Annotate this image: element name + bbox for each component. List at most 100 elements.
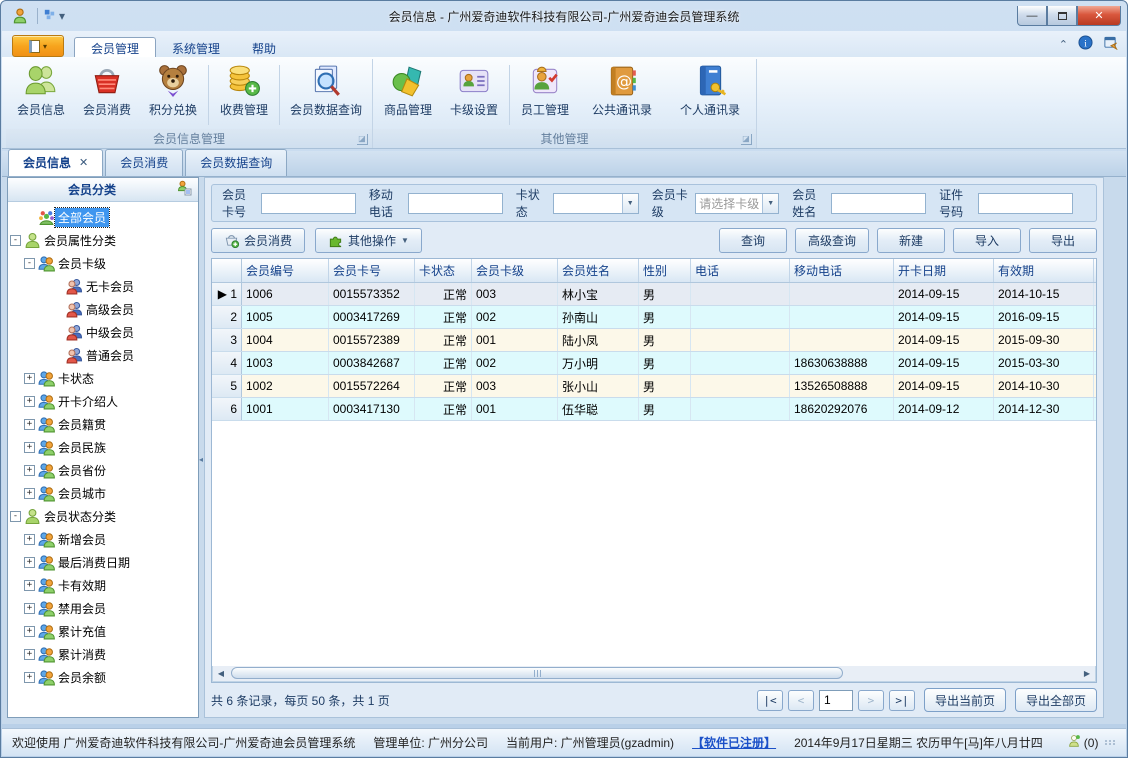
ribbon-button[interactable]: 商品管理 [375, 61, 441, 129]
member-consume-button[interactable]: 会员消费 [211, 227, 306, 253]
other-actions-button[interactable]: 其他操作 ▼ [315, 227, 422, 253]
chevron-down-icon[interactable]: ▼ [621, 193, 638, 213]
mobile-input[interactable] [407, 192, 503, 214]
expand-node-icon[interactable]: + [24, 442, 35, 453]
new-button[interactable]: 新建 [877, 227, 945, 253]
document-tab[interactable]: 会员信息 ✕ [8, 149, 104, 176]
expand-node-icon[interactable]: + [24, 465, 35, 476]
collapse-node-icon[interactable]: - [10, 511, 21, 522]
ribbon-button[interactable]: 会员数据查询 [282, 61, 370, 129]
dialog-launcher-icon[interactable]: ◪ [741, 134, 752, 145]
expand-node-icon[interactable]: + [24, 396, 35, 407]
registration-link[interactable]: 【软件已注册】 [692, 734, 776, 751]
tree-item[interactable]: 中级会员 [10, 321, 196, 344]
table-row[interactable]: 4 1003 0003842687 正常 002 万小明男 18630638888 2014-… [212, 352, 1096, 375]
member-name-input[interactable] [831, 192, 927, 214]
expand-node-icon[interactable]: + [24, 419, 35, 430]
ribbon-button[interactable]: @ 公共通讯录 [578, 61, 666, 129]
tree-item[interactable]: + 会员余额 [10, 666, 196, 689]
tree-item[interactable]: + 累计充值 [10, 620, 196, 643]
column-header-open-date[interactable]: 开卡日期 [894, 259, 994, 282]
advanced-query-button[interactable]: 高级查询 [794, 227, 869, 253]
export-button[interactable]: 导出 [1029, 227, 1097, 253]
tree-item[interactable]: + 最后消费日期 [10, 551, 196, 574]
dialog-launcher-icon[interactable]: ◪ [357, 134, 368, 145]
page-number-input[interactable] [818, 689, 853, 711]
column-header-member-name[interactable]: 会员姓名 [558, 259, 639, 282]
card-no-input[interactable] [260, 192, 356, 214]
chevron-down-icon[interactable]: ▼ [762, 193, 779, 213]
pager-last-button[interactable]: >| [888, 689, 915, 711]
scrollbar-track[interactable] [229, 666, 1079, 681]
column-header-card-level[interactable]: 会员卡级 [472, 259, 558, 282]
tree-item[interactable]: 高级会员 [10, 298, 196, 321]
column-header-member-no[interactable]: 会员编号 [242, 259, 329, 282]
expand-node-icon[interactable]: + [24, 672, 35, 683]
pager-first-button[interactable]: |< [756, 689, 783, 711]
expand-node-icon[interactable]: + [24, 534, 35, 545]
expand-node-icon[interactable]: + [24, 373, 35, 384]
ribbon-button[interactable]: 会员信息 [8, 61, 74, 129]
tree-item[interactable]: 全部会员 [10, 206, 196, 229]
scrollbar-thumb[interactable] [231, 667, 843, 679]
tree-item[interactable]: - 会员状态分类 [10, 505, 196, 528]
table-row[interactable]: 5 1002 0015572264 正常 003 张小山男 13526508888 2014-… [212, 375, 1096, 398]
quick-access-toolbar[interactable]: ▾ [42, 7, 65, 25]
card-level-select[interactable]: 请选择卡级 ▼ [695, 192, 780, 214]
column-header-card-status[interactable]: 卡状态 [415, 259, 472, 282]
column-header-mobile[interactable]: 移动电话 [790, 259, 894, 282]
id-number-input[interactable] [977, 192, 1073, 214]
column-header-valid-until[interactable]: 有效期 [994, 259, 1094, 282]
tree-item[interactable]: 无卡会员 [10, 275, 196, 298]
expand-node-icon[interactable]: + [24, 488, 35, 499]
ribbon-button[interactable]: 收费管理 [211, 61, 277, 129]
expand-node-icon[interactable]: + [24, 603, 35, 614]
collapse-ribbon-icon[interactable]: ⌃ [1059, 38, 1068, 51]
column-header-gender[interactable]: 性别 [639, 259, 691, 282]
document-tab[interactable]: 会员消费 [105, 149, 184, 176]
column-header-phone[interactable]: 电话 [691, 259, 790, 282]
ribbon-button[interactable]: 员工管理 [512, 61, 578, 129]
tree-item[interactable]: + 卡有效期 [10, 574, 196, 597]
close-button[interactable]: ✕ [1077, 6, 1121, 26]
scroll-left-arrow[interactable]: ◀ [213, 666, 229, 681]
tree-item[interactable]: + 会员籍贯 [10, 413, 196, 436]
resize-grip[interactable] [1105, 740, 1116, 745]
ribbon-button[interactable]: 会员消费 [74, 61, 140, 129]
expand-node-icon[interactable]: + [24, 557, 35, 568]
tree-item[interactable]: - 会员卡级 [10, 252, 196, 275]
minimize-button[interactable]: — [1017, 6, 1047, 26]
tree-item[interactable]: + 卡状态 [10, 367, 196, 390]
card-status-select[interactable]: ▼ [553, 192, 639, 214]
export-current-page-button[interactable]: 导出当前页 [923, 688, 1006, 712]
tree-item[interactable]: + 会员省份 [10, 459, 196, 482]
column-header-member-extra[interactable]: 会员 [1094, 259, 1096, 282]
ribbon-button[interactable]: 卡级设置 [441, 61, 507, 129]
pager-next-button[interactable]: > [857, 689, 884, 711]
pager-prev-button[interactable]: < [787, 689, 814, 711]
export-all-pages-button[interactable]: 导出全部页 [1014, 688, 1097, 712]
tree-item[interactable]: + 会员民族 [10, 436, 196, 459]
tree-item[interactable]: + 累计消费 [10, 643, 196, 666]
collapse-node-icon[interactable]: - [10, 235, 21, 246]
tree-item[interactable]: + 禁用会员 [10, 597, 196, 620]
tree-item[interactable]: + 会员城市 [10, 482, 196, 505]
query-button[interactable]: 查询 [718, 227, 787, 253]
collapse-node-icon[interactable]: - [24, 258, 35, 269]
horizontal-scrollbar[interactable]: ◀ ▶ [212, 666, 1096, 682]
table-row[interactable]: 3 1004 0015572389 正常 001 陆小凤男 2014-09-15 2015-0… [212, 329, 1096, 352]
expand-node-icon[interactable]: + [24, 649, 35, 660]
ribbon-button[interactable]: 积分兑换 [140, 61, 206, 129]
table-row[interactable]: ▶ 1 1006 0015573352 正常 003 林小宝男 2014-09-15 2014… [212, 283, 1096, 306]
expand-node-icon[interactable]: + [24, 580, 35, 591]
ribbon-button[interactable]: 个人通讯录 [666, 61, 754, 129]
import-button[interactable]: 导入 [953, 227, 1021, 253]
info-icon[interactable]: i [1078, 35, 1093, 53]
scroll-right-arrow[interactable]: ▶ [1079, 666, 1095, 681]
maximize-button[interactable] [1047, 6, 1077, 26]
tree-item[interactable]: + 开卡介绍人 [10, 390, 196, 413]
table-row[interactable]: 2 1005 0003417269 正常 002 孙南山男 2014-09-15 2016-0… [212, 306, 1096, 329]
support-icon[interactable] [1103, 35, 1118, 53]
tree-item[interactable]: - 会员属性分类 [10, 229, 196, 252]
expand-node-icon[interactable]: + [24, 626, 35, 637]
